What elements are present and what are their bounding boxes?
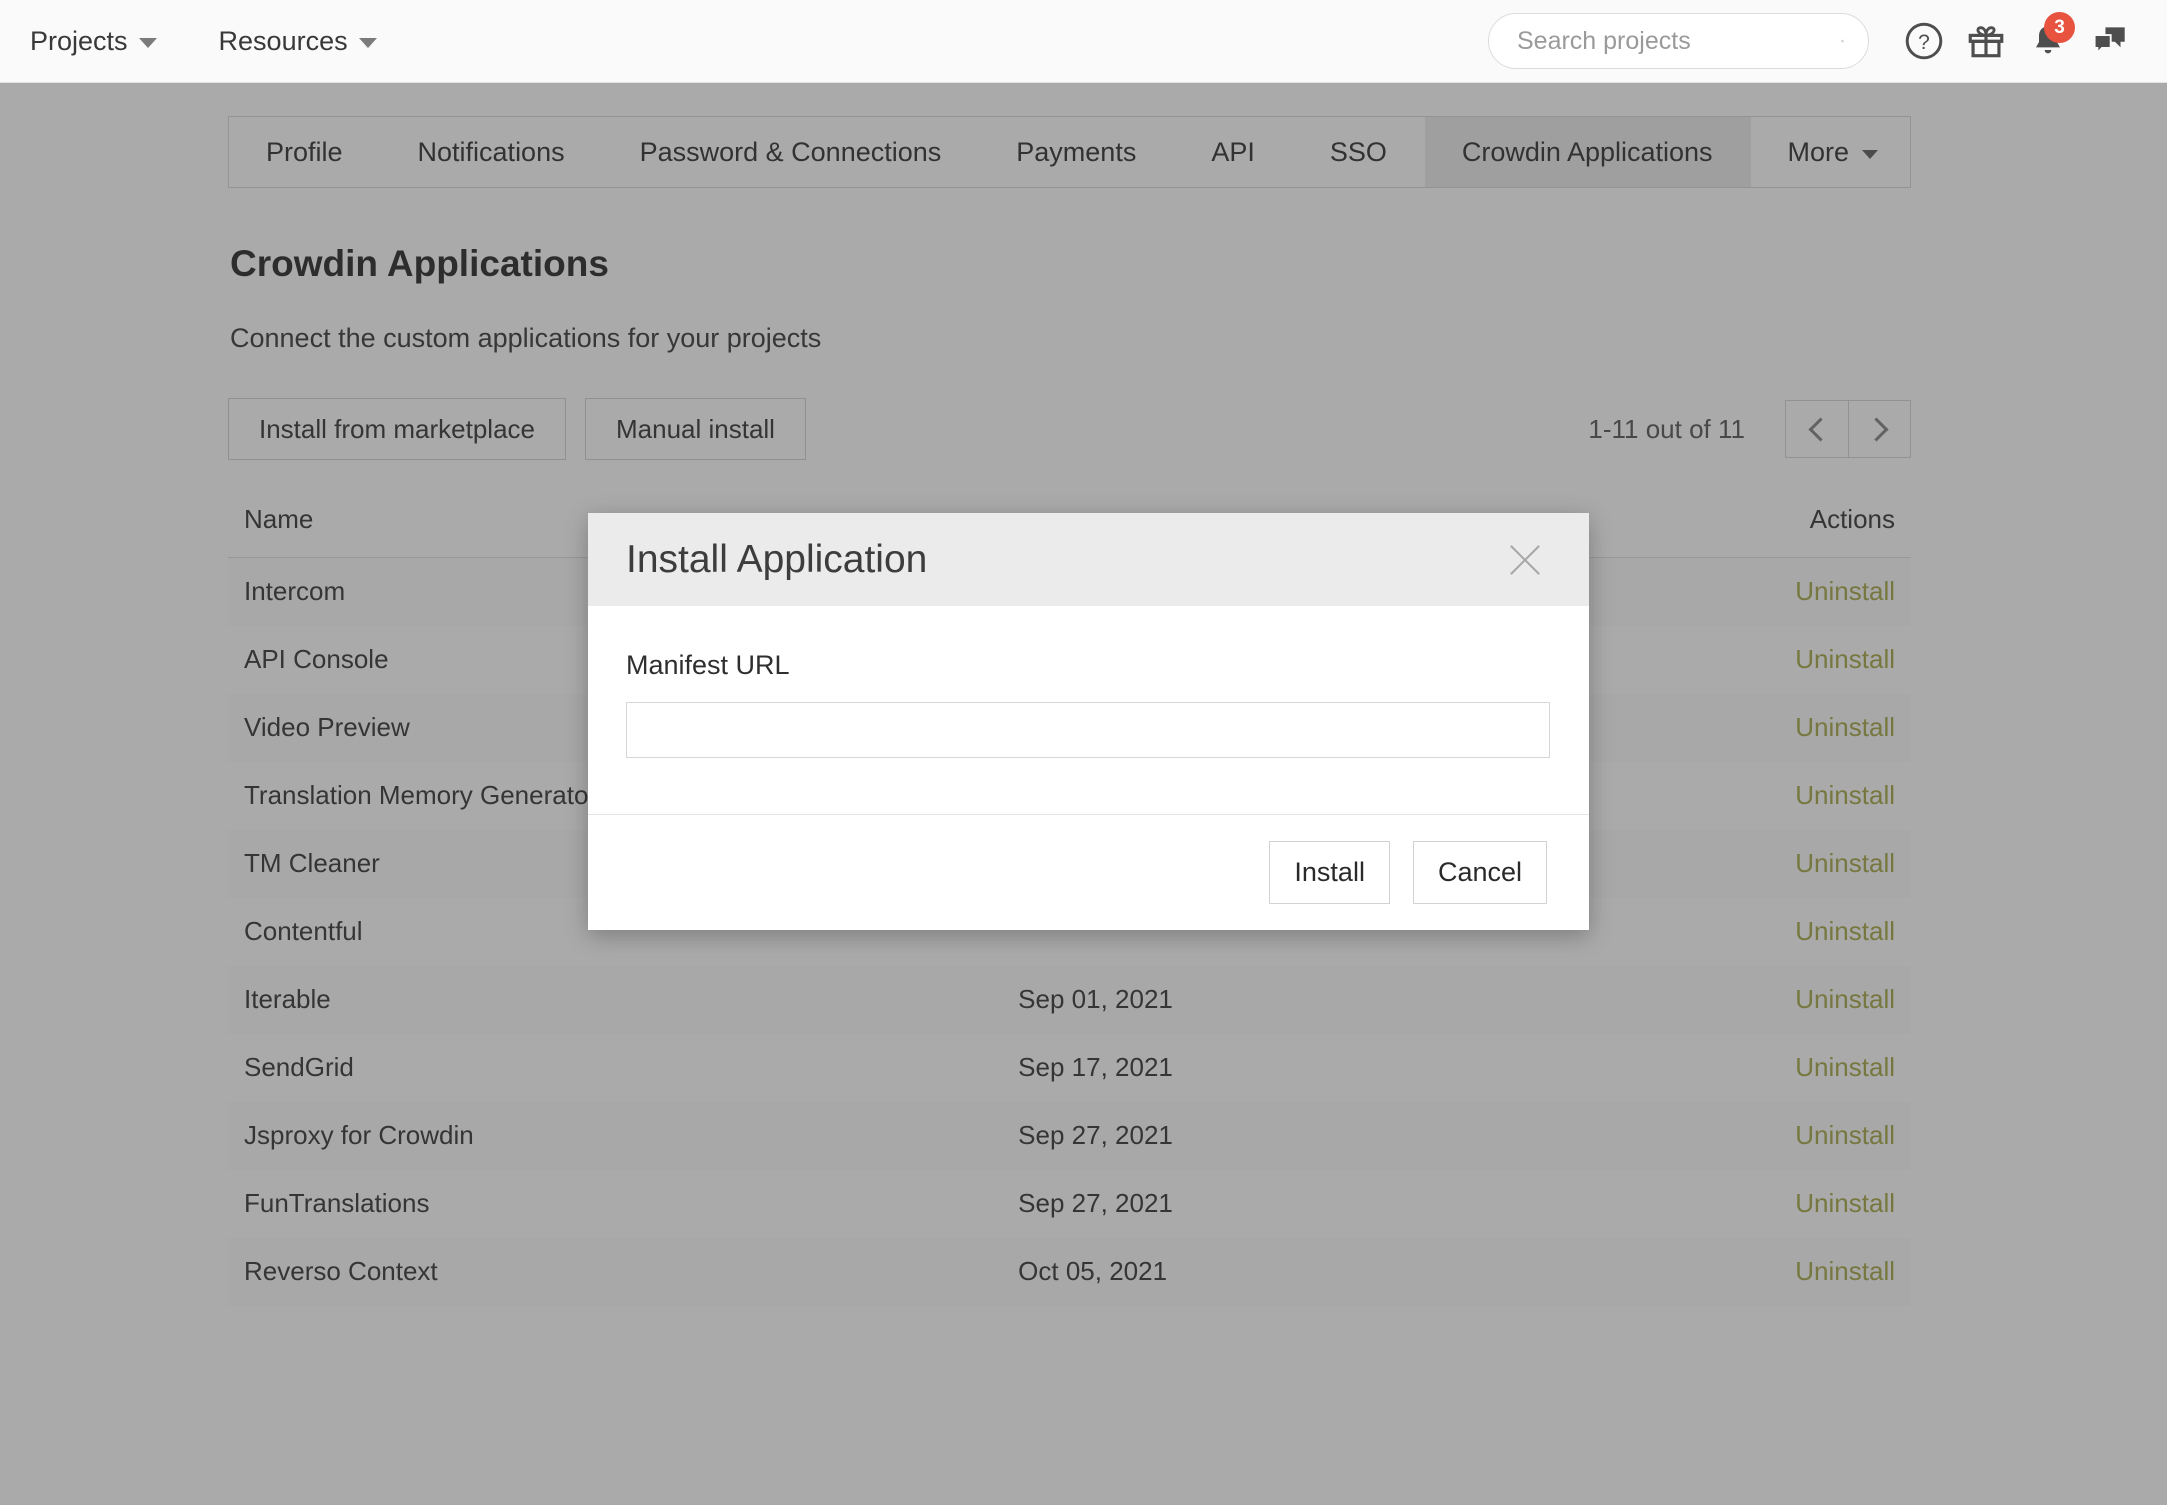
chevron-down-icon [359, 38, 377, 48]
nav-label: Resources [219, 26, 348, 57]
svg-text:?: ? [1918, 31, 1930, 54]
install-button[interactable]: Install [1269, 841, 1390, 904]
chat-icon[interactable] [2079, 10, 2141, 72]
cancel-button[interactable]: Cancel [1413, 841, 1547, 904]
gift-icon[interactable] [1955, 10, 2017, 72]
dialog-title: Install Application [626, 538, 927, 582]
topbar-right-group: ? 3 [1488, 10, 2141, 72]
nav-label: Projects [30, 26, 128, 57]
dialog-body: Manifest URL [588, 606, 1589, 815]
chevron-down-icon [139, 38, 157, 48]
manifest-url-input[interactable] [626, 702, 1550, 758]
global-topbar: Projects Resources ? [0, 0, 2167, 83]
dialog-footer: Install Cancel [588, 815, 1589, 930]
search-box[interactable] [1488, 13, 1869, 69]
manifest-url-label: Manifest URL [626, 650, 1547, 681]
bell-icon[interactable]: 3 [2017, 10, 2079, 72]
nav-resources[interactable]: Resources [219, 26, 377, 57]
dialog-header: Install Application [588, 513, 1589, 606]
close-icon[interactable] [1503, 538, 1547, 582]
search-input[interactable] [1515, 14, 1841, 68]
notification-badge: 3 [2044, 12, 2075, 43]
install-application-dialog: Install Application Manifest URL Install… [588, 513, 1589, 930]
nav-projects[interactable]: Projects [30, 26, 157, 57]
search-icon [1841, 27, 1844, 55]
help-icon[interactable]: ? [1893, 10, 1955, 72]
